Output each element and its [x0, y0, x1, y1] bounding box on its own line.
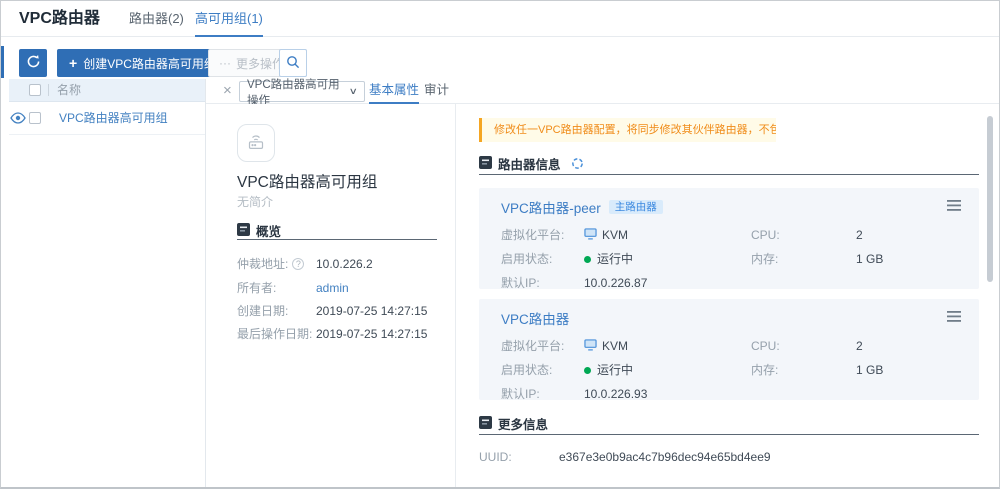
column-divider: [48, 84, 49, 96]
tab-ha-groups[interactable]: 高可用组(1): [195, 1, 263, 37]
section-divider: [479, 434, 979, 435]
field-label: 默认IP:: [501, 387, 540, 401]
overview-section-label: 概览: [256, 221, 281, 240]
section-divider: [479, 174, 979, 175]
kvm-icon: [584, 339, 597, 354]
more-actions-label: 更多操作: [236, 55, 284, 72]
page-title: VPC路由器: [19, 1, 100, 37]
vpc-router-page: VPC路由器 路由器(2) 高可用组(1) + 创建VPC路由器高可用组 ···…: [0, 0, 1000, 489]
more-info-section-header: 更多信息: [479, 414, 548, 433]
field-label: 最后操作日期:: [237, 327, 312, 341]
select-all-checkbox[interactable]: [29, 84, 41, 96]
field-label: 虚拟化平台:: [501, 339, 564, 353]
status-badge: 运行中: [584, 363, 633, 377]
left-edge-accent: [1, 46, 4, 78]
status-badge: 运行中: [584, 252, 633, 266]
actions-dropdown[interactable]: VPC路由器高可用操作 ∨: [239, 81, 365, 102]
primary-router-badge: 主路由器: [609, 200, 663, 215]
detail-subtitle: 无简介: [237, 193, 273, 210]
field-label: 启用状态:: [501, 252, 552, 266]
router-card: VPC路由器 虚拟化平台: KVM CPU: 2 启用状态: 运行中 内存: 1…: [479, 299, 979, 400]
row-checkbox[interactable]: [29, 112, 41, 124]
cpu-value: 2: [856, 339, 863, 353]
ha-group-avatar: [237, 124, 275, 162]
page-header: VPC路由器 路由器(2) 高可用组(1): [1, 1, 999, 37]
detail-header: × VPC路由器高可用操作 ∨ 基本属性 审计: [206, 79, 999, 104]
more-info-section-label: 更多信息: [498, 414, 548, 433]
help-icon[interactable]: ?: [292, 258, 304, 270]
router-info-section-label: 路由器信息: [498, 154, 561, 173]
search-icon: [286, 55, 300, 72]
router-name-link[interactable]: VPC路由器-peer: [501, 197, 601, 217]
field-label: 启用状态:: [501, 363, 552, 377]
list-header-row: 名称: [9, 79, 205, 102]
tab-audit[interactable]: 审计: [424, 79, 449, 104]
field-value: 2019-07-25 14:27:15: [316, 304, 427, 318]
close-icon[interactable]: ×: [223, 80, 232, 102]
field-label: 内存:: [751, 363, 778, 377]
list-item[interactable]: VPC路由器高可用组: [9, 102, 205, 135]
ha-group-name-link[interactable]: VPC路由器高可用组: [59, 102, 168, 135]
field-label: 虚拟化平台:: [501, 228, 564, 242]
uuid-label: UUID:: [479, 450, 512, 464]
actions-dropdown-label: VPC路由器高可用操作: [247, 76, 350, 108]
more-info-section-icon: [479, 416, 492, 432]
refresh-icon: [26, 54, 41, 72]
tab-basic-properties[interactable]: 基本属性: [369, 79, 419, 104]
warning-banner: 修改任一VPC路由器配置，将同步修改其伙伴路由器，不包括启动/停止/删除等独立操…: [479, 118, 776, 142]
detail-title: VPC路由器高可用组: [237, 170, 377, 192]
memory-value: 1 GB: [856, 363, 883, 377]
field-label: 内存:: [751, 252, 778, 266]
eye-icon[interactable]: [10, 111, 26, 129]
field-value: 10.0.226.2: [316, 257, 373, 271]
default-ip-value: 10.0.226.87: [584, 276, 647, 290]
field-label: 创建日期:: [237, 304, 288, 318]
field-label: CPU:: [751, 228, 780, 242]
ha-group-list-panel: 名称 VPC路由器高可用组: [9, 79, 206, 487]
create-ha-group-button[interactable]: + 创建VPC路由器高可用组: [57, 49, 228, 77]
default-ip-value: 10.0.226.93: [584, 387, 647, 401]
card-menu-icon[interactable]: [947, 198, 961, 216]
scrollbar-thumb[interactable]: [987, 116, 993, 282]
status-dot-icon: [584, 367, 591, 374]
cpu-value: 2: [856, 228, 863, 242]
field-label: 所有者:: [237, 281, 276, 295]
kvm-icon: [584, 228, 597, 243]
hypervisor-value: KVM: [584, 228, 628, 242]
status-dot-icon: [584, 256, 591, 263]
router-name-link[interactable]: VPC路由器: [501, 308, 569, 328]
field-label: CPU:: [751, 339, 780, 353]
router-info-section-icon: [479, 156, 492, 172]
field-value: 2019-07-25 14:27:15: [316, 327, 427, 341]
ellipsis-icon: ···: [219, 56, 231, 70]
overview-section-header: 概览: [237, 221, 281, 240]
create-ha-group-label: 创建VPC路由器高可用组: [83, 55, 216, 72]
router-card-peer: VPC路由器-peer 主路由器 虚拟化平台: KVM CPU: 2 启用状态:…: [479, 188, 979, 289]
card-menu-icon[interactable]: [947, 309, 961, 327]
search-button[interactable]: [279, 49, 307, 77]
router-info-section-header: 路由器信息: [479, 154, 584, 173]
router-icon: [243, 128, 269, 159]
overview-section-icon: [237, 223, 250, 239]
detail-summary-column: VPC路由器高可用组 无简介 概览 仲裁地址:? 10.0.226.2 所有者:…: [206, 104, 456, 487]
hypervisor-value: KVM: [584, 339, 628, 353]
uuid-value: e367e3e0b9ac4c7b96dec94e65bd4ee9: [559, 450, 771, 464]
refresh-button[interactable]: [19, 49, 47, 77]
field-label: 仲裁地址:: [237, 257, 288, 271]
field-label: 默认IP:: [501, 276, 540, 290]
plus-icon: +: [69, 56, 77, 70]
section-refresh-icon[interactable]: [571, 157, 584, 170]
memory-value: 1 GB: [856, 252, 883, 266]
tab-routers[interactable]: 路由器(2): [129, 1, 184, 37]
section-divider: [237, 239, 437, 240]
chevron-down-icon: ∨: [349, 86, 358, 97]
owner-link[interactable]: admin: [316, 281, 349, 295]
name-column-header: 名称: [57, 79, 81, 102]
